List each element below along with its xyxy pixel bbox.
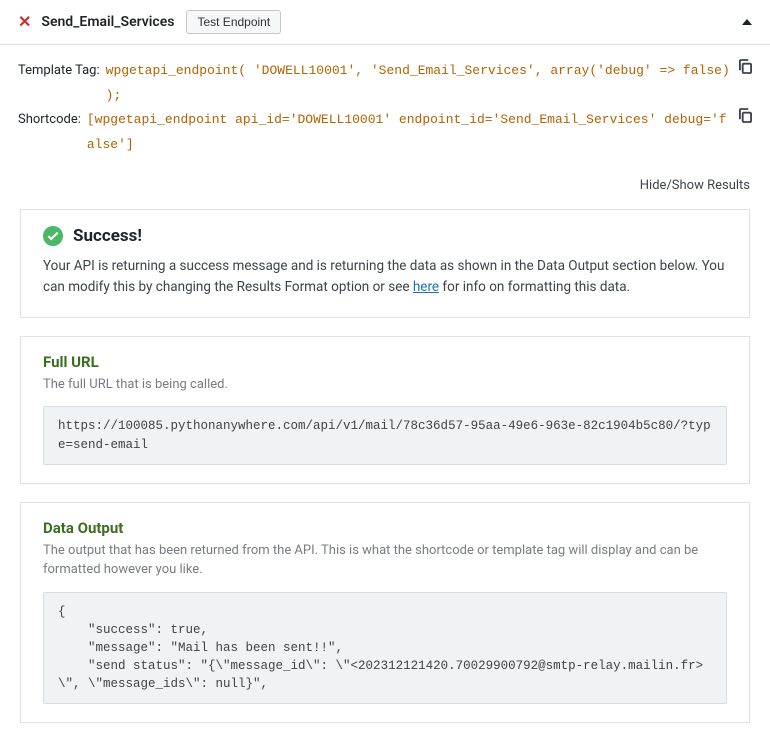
data-output-value: { "success": true, "message": "Mail has … (43, 592, 727, 705)
meta-block: Template Tag: wpgetapi_endpoint( 'DOWELL… (0, 45, 770, 168)
success-line: Success! (43, 226, 727, 246)
test-endpoint-button[interactable]: Test Endpoint (186, 10, 281, 34)
copy-icon[interactable] (739, 59, 752, 74)
shortcode-label: Shortcode: (18, 108, 81, 133)
success-card: Success! Your API is returning a success… (20, 209, 750, 318)
success-title: Success! (73, 226, 142, 246)
template-tag-code: wpgetapi_endpoint( 'DOWELL10001', 'Send_… (106, 59, 733, 108)
full-url-sub: The full URL that is being called. (43, 375, 727, 395)
success-description: Your API is returning a success message … (43, 256, 727, 299)
full-url-value: https://100085.pythonanywhere.com/api/v1… (43, 406, 727, 464)
copy-icon[interactable] (739, 108, 752, 123)
full-url-heading: Full URL (43, 353, 727, 371)
template-tag-row: Template Tag: wpgetapi_endpoint( 'DOWELL… (18, 59, 752, 108)
data-output-heading: Data Output (43, 519, 727, 537)
toggle-results-row: Hide/Show Results (0, 168, 770, 199)
endpoint-title: Send_Email_Services (41, 14, 174, 30)
close-icon[interactable]: ✕ (18, 14, 31, 30)
template-tag-label: Template Tag: (18, 59, 100, 84)
full-url-card: Full URL The full URL that is being call… (20, 336, 750, 484)
data-output-card: Data Output The output that has been ret… (20, 502, 750, 724)
shortcode-row: Shortcode: [wpgetapi_endpoint api_id='DO… (18, 108, 752, 157)
success-check-icon (43, 226, 63, 246)
success-desc-after: for info on formatting this data. (439, 279, 630, 295)
collapse-caret-icon[interactable] (742, 19, 752, 25)
toggle-results-link[interactable]: Hide/Show Results (640, 178, 750, 193)
shortcode-code: [wpgetapi_endpoint api_id='DOWELL10001' … (87, 108, 733, 157)
endpoint-header: ✕ Send_Email_Services Test Endpoint (0, 0, 770, 45)
success-here-link[interactable]: here (413, 279, 439, 295)
